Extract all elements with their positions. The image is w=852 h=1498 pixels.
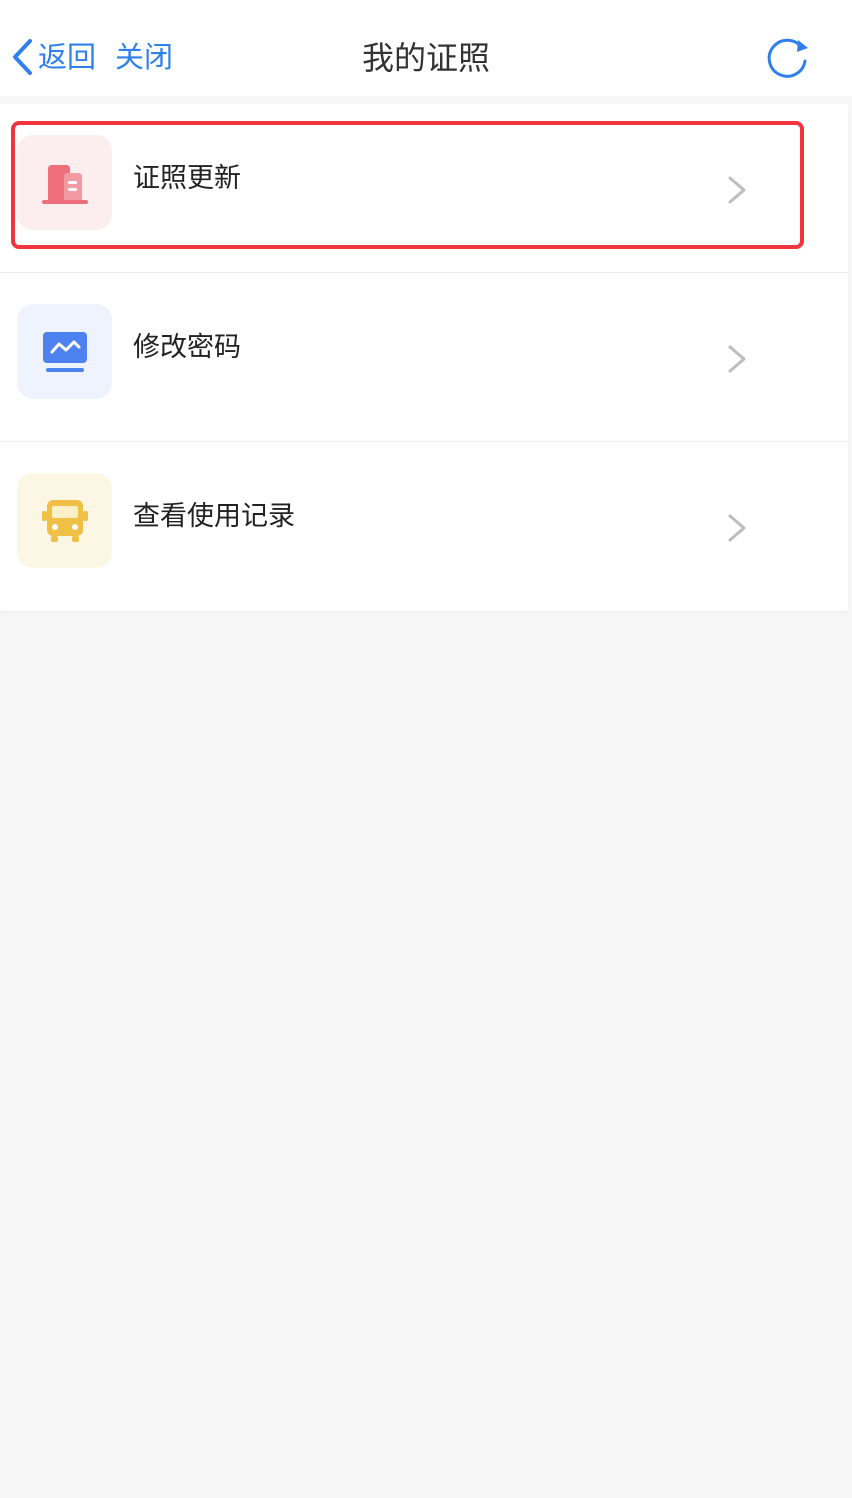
menu-item-label: 查看使用记录 [133,501,295,532]
icon-tile [17,304,112,399]
bus-icon [39,498,91,544]
menu-item-label: 修改密码 [133,332,241,363]
refresh-icon [764,36,810,82]
refresh-button[interactable] [764,36,810,82]
icon-tile [17,473,112,568]
menu-list: 证照更新 修改密码 查看使用记录 [0,104,848,611]
menu-item-change-password[interactable]: 修改密码 [0,273,848,442]
icon-tile [17,135,112,230]
chevron-right-icon [726,343,750,375]
building-icon [40,161,90,205]
menu-item-usage-records[interactable]: 查看使用记录 [0,442,848,611]
chevron-right-icon [726,174,750,206]
nav-bar: 返回 关闭 我的证照 [0,0,852,96]
menu-item-license-update[interactable]: 证照更新 [0,104,848,273]
menu-item-label: 证照更新 [133,163,241,194]
chevron-right-icon [726,512,750,544]
monitor-icon [40,329,90,375]
page-title: 我的证照 [361,39,490,77]
